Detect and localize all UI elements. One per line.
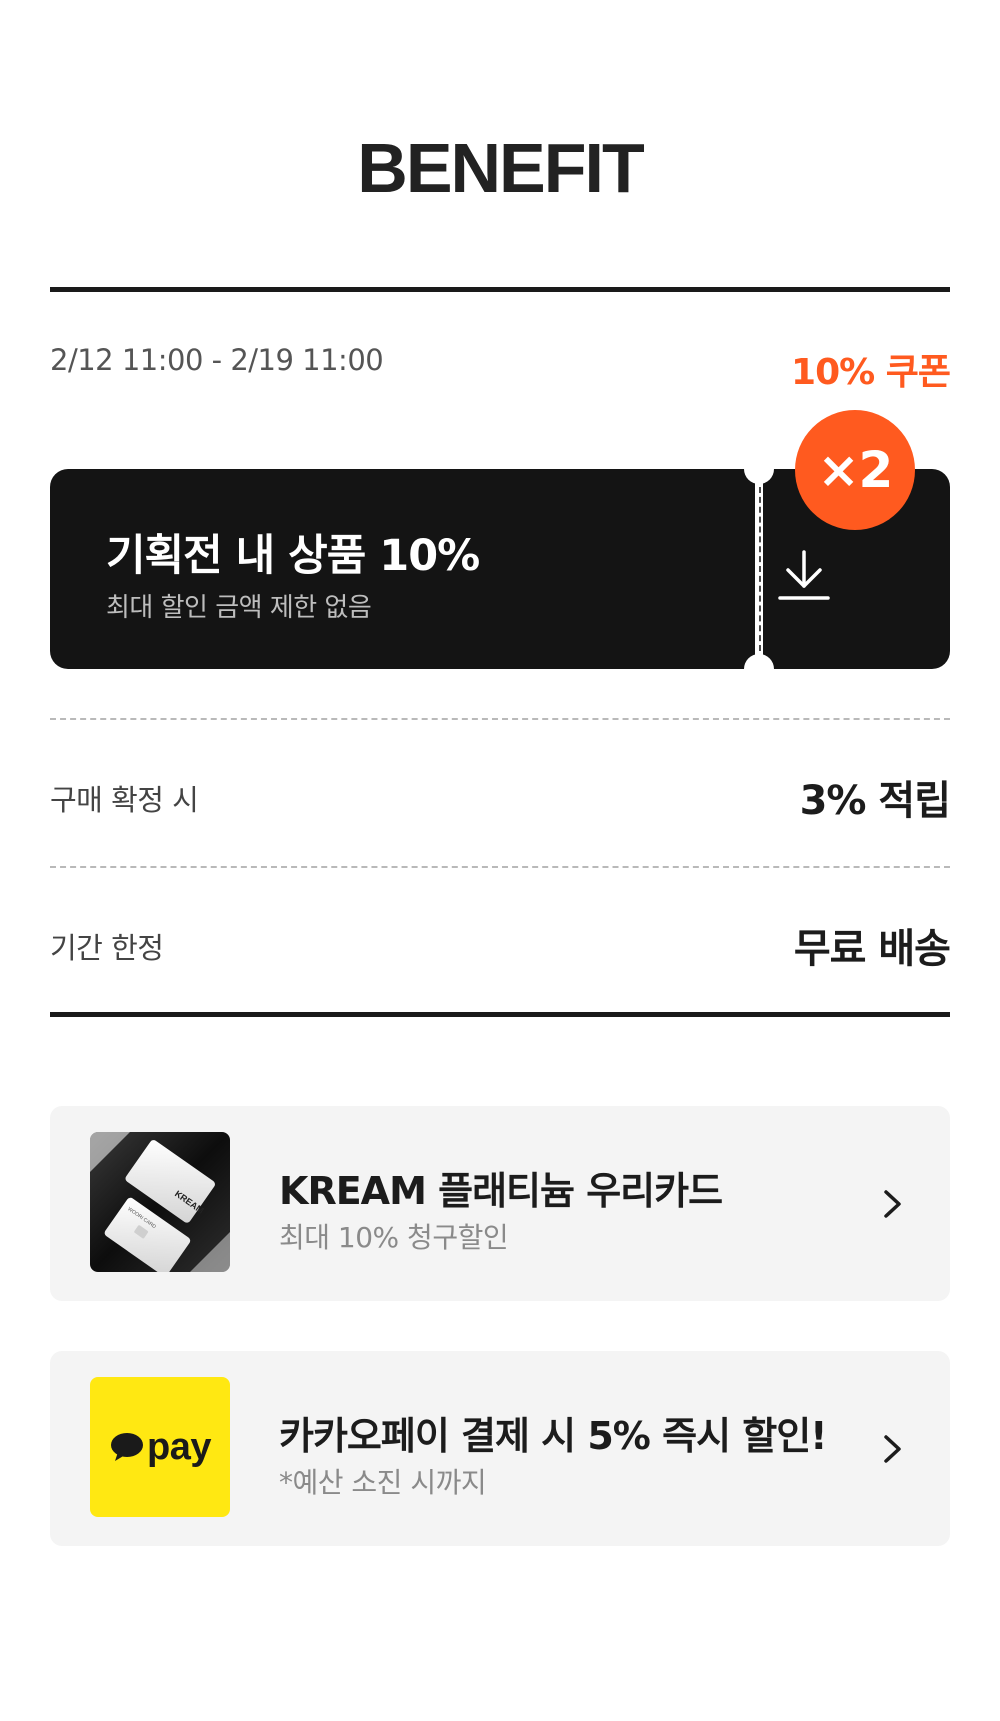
chevron-right-icon: [884, 1190, 901, 1218]
promo-subtitle: *예산 소진 시까지: [279, 1466, 487, 1499]
benefit-row-label: 구매 확정 시: [50, 783, 199, 817]
speech-bubble-icon: [111, 1433, 143, 1461]
ticket-perforation: [759, 487, 761, 651]
kakaopay-logo: pay: [90, 1377, 230, 1517]
chevron-right-icon: [884, 1435, 901, 1463]
dotted-divider: [50, 718, 950, 720]
ticket-body: 기획전 내 상품 10% 최대 할인 금액 제한 없음: [50, 469, 755, 669]
promo-subtitle: 최대 10% 청구할인: [279, 1221, 509, 1254]
promo-card-kakaopay[interactable]: pay 카카오페이 결제 시 5% 즉시 할인! *예산 소진 시까지: [50, 1351, 950, 1546]
bottom-divider: [50, 1012, 950, 1017]
promo-card-woori[interactable]: KREAM WOORI CARD KREAM 플래티늄 우리카드 최대 10% …: [50, 1106, 950, 1301]
coupon-title: 기획전 내 상품 10%: [106, 531, 480, 581]
download-icon[interactable]: [776, 548, 832, 604]
coupon-count-badge: ×2: [795, 410, 915, 530]
ticket-notch-bottom: [744, 654, 774, 684]
kakaopay-logo-text: pay: [147, 1425, 211, 1468]
promo-title: 카카오페이 결제 시 5% 즉시 할인!: [279, 1414, 828, 1458]
promo-title: KREAM 플래티늄 우리카드: [279, 1169, 723, 1213]
benefit-row-label: 기간 한정: [50, 931, 164, 965]
benefit-row-value: 무료 배송: [793, 926, 951, 972]
ticket-notch-top: [744, 454, 774, 484]
page-title: BENEFIT: [357, 129, 644, 207]
benefit-row-value: 3% 적립: [799, 778, 951, 824]
coupon-period: 2/12 11:00 - 2/19 11:00: [50, 343, 384, 377]
card-image: KREAM WOORI CARD: [90, 1132, 230, 1272]
coupon-subtitle: 최대 할인 금액 제한 없음: [106, 593, 372, 623]
top-divider: [50, 287, 950, 292]
dotted-divider: [50, 866, 950, 868]
coupon-label: 10% 쿠폰: [791, 352, 951, 393]
